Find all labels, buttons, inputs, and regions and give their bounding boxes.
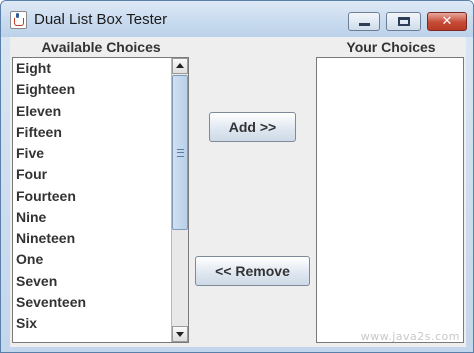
scroll-up-button[interactable] [172, 58, 188, 74]
app-window: Dual List Box Tester ✕ Available Choices… [0, 0, 474, 353]
arrow-up-icon [176, 63, 184, 68]
grip-icon [177, 149, 184, 157]
cup-shape [14, 18, 24, 26]
list-item[interactable]: Nine [13, 207, 171, 228]
maximize-button[interactable] [386, 12, 421, 31]
list-item[interactable]: Eleven [13, 101, 171, 122]
remove-button[interactable]: << Remove [195, 256, 310, 286]
your-choices-list[interactable] [316, 57, 464, 343]
list-item[interactable]: Four [13, 164, 171, 185]
list-item[interactable]: Eight [13, 58, 171, 79]
close-icon: ✕ [441, 14, 453, 29]
scroll-thumb[interactable] [172, 75, 188, 230]
close-button[interactable]: ✕ [427, 12, 467, 31]
available-choices-label: Available Choices [41, 39, 161, 55]
add-button[interactable]: Add >> [209, 112, 296, 142]
title-bar[interactable]: Dual List Box Tester ✕ [1, 1, 473, 37]
list-item[interactable]: Fifteen [13, 122, 171, 143]
minimize-icon [359, 23, 370, 26]
watermark: www.java2s.com [360, 330, 460, 343]
scroll-down-button[interactable] [172, 326, 188, 342]
minimize-button[interactable] [348, 12, 380, 31]
arrow-down-icon [176, 332, 184, 337]
list-item[interactable]: Six [13, 313, 171, 334]
list-item[interactable]: One [13, 249, 171, 270]
list-item[interactable]: Seventeen [13, 292, 171, 313]
available-items-container: Eight Eighteen Eleven Fifteen Five Four … [13, 58, 171, 334]
list-item[interactable]: Seven [13, 271, 171, 292]
vertical-scrollbar[interactable] [171, 58, 188, 342]
list-item[interactable]: Nineteen [13, 228, 171, 249]
window-title: Dual List Box Tester [34, 11, 168, 28]
list-item[interactable]: Five [13, 143, 171, 164]
list-item[interactable]: Fourteen [13, 186, 171, 207]
your-choices-label: Your Choices [346, 39, 436, 55]
available-choices-list[interactable]: Eight Eighteen Eleven Fifteen Five Four … [12, 57, 189, 343]
java-cup-icon[interactable] [10, 11, 27, 29]
content-panel: Available Choices Your Choices Eight Eig… [10, 37, 466, 347]
maximize-icon [398, 17, 410, 26]
list-item[interactable]: Eighteen [13, 79, 171, 100]
